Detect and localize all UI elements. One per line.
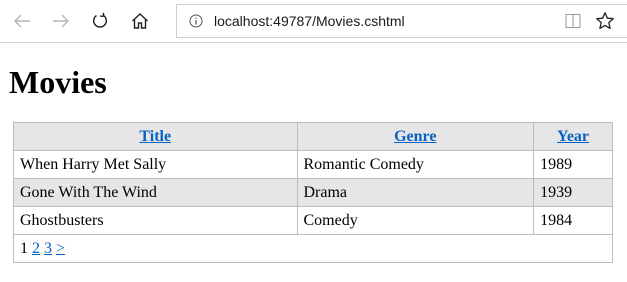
refresh-button[interactable] xyxy=(84,5,116,37)
cell-title: When Harry Met Sally xyxy=(13,150,298,179)
refresh-icon xyxy=(93,12,107,28)
forward-arrow-icon xyxy=(53,14,69,28)
cell-title: Gone With The Wind xyxy=(13,178,298,207)
sort-year-link[interactable]: Year xyxy=(557,128,589,145)
back-arrow-icon xyxy=(14,14,30,28)
table-row: When Harry Met Sally Romantic Comedy 198… xyxy=(13,150,613,179)
forward-button[interactable] xyxy=(45,5,77,37)
table-header-row: Title Genre Year xyxy=(13,122,613,151)
pager: 1 2 3 > xyxy=(13,234,613,263)
pager-page-3-link[interactable]: 3 xyxy=(44,240,52,257)
url-text[interactable]: localhost:49787/Movies.cshtml xyxy=(214,12,405,30)
table-row: Ghostbusters Comedy 1984 xyxy=(13,206,613,235)
cell-genre: Drama xyxy=(296,178,535,207)
cell-genre: Romantic Comedy xyxy=(296,150,535,179)
table-row: Gone With The Wind Drama 1939 xyxy=(13,178,613,207)
header-year: Year xyxy=(533,122,613,151)
star-icon[interactable] xyxy=(595,11,615,31)
address-bar[interactable]: localhost:49787/Movies.cshtml xyxy=(176,4,627,38)
home-icon xyxy=(132,13,148,29)
pager-next-link[interactable]: > xyxy=(56,240,65,257)
movies-table: Title Genre Year When Harry Met Sally Ro… xyxy=(13,122,613,263)
header-genre: Genre xyxy=(296,122,535,151)
home-button[interactable] xyxy=(124,5,156,37)
back-button[interactable] xyxy=(6,5,38,37)
cell-year: 1939 xyxy=(533,178,613,207)
header-title: Title xyxy=(13,122,298,151)
sort-genre-link[interactable]: Genre xyxy=(394,128,436,145)
sort-title-link[interactable]: Title xyxy=(139,128,171,145)
cell-title: Ghostbusters xyxy=(13,206,298,235)
page-title: Movies xyxy=(9,64,107,100)
pager-row: 1 2 3 > xyxy=(13,234,613,263)
pager-page-2-link[interactable]: 2 xyxy=(32,240,40,257)
url-host: localhost xyxy=(214,13,270,29)
browser-toolbar: localhost:49787/Movies.cshtml xyxy=(0,0,627,43)
pager-current-page: 1 xyxy=(20,239,28,257)
info-icon[interactable] xyxy=(189,14,203,28)
cell-year: 1984 xyxy=(533,206,613,235)
reading-view-icon[interactable] xyxy=(565,13,581,29)
cell-genre: Comedy xyxy=(296,206,535,235)
cell-year: 1989 xyxy=(533,150,613,179)
url-path: :49787/Movies.cshtml xyxy=(269,13,405,29)
